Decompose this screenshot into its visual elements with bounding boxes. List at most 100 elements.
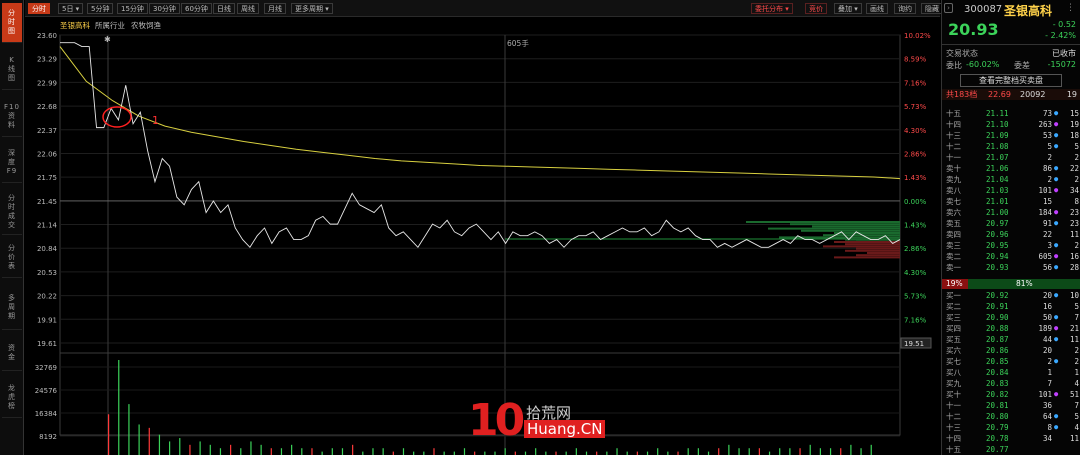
- sidebar-tab[interactable]: K 线 图: [2, 50, 22, 90]
- volume-bar: [443, 451, 445, 455]
- order-dot-icon: ●: [1054, 291, 1059, 299]
- asks-row[interactable]: 十四 21.10 263 19 ●: [942, 119, 1080, 130]
- bids-row[interactable]: 买二 20.91 16 5: [942, 301, 1080, 312]
- volume-bar: [596, 451, 598, 455]
- more-icon[interactable]: ⋮: [1066, 3, 1075, 13]
- volume-bar: [585, 451, 588, 455]
- bids-row[interactable]: 买五 20.87 44 11 ●: [942, 334, 1080, 345]
- volume-bar: [555, 451, 557, 455]
- volume-bar: [413, 451, 415, 455]
- bids-row[interactable]: 十三 20.79 8 4 ●: [942, 422, 1080, 433]
- pct-tick-label: 5.73%: [904, 103, 927, 111]
- asks-row[interactable]: 卖九 21.04 2 2 ●: [942, 174, 1080, 185]
- sidebar-tab[interactable]: F10 资 料: [2, 97, 22, 137]
- ask-depth-bar: [790, 223, 900, 226]
- price-cursor-value: 19.51: [904, 340, 924, 348]
- level-count: 5: [1074, 142, 1079, 151]
- sidebar-tab[interactable]: 龙 虎 榜: [2, 378, 22, 418]
- period-tab[interactable]: 5日 ▾: [58, 3, 84, 14]
- volume-bar: [230, 444, 232, 455]
- volume-bar: [636, 451, 638, 455]
- level-label: 卖二: [946, 252, 961, 261]
- toolbar-tool-button[interactable]: 叠加 ▾: [834, 3, 862, 14]
- bids-row[interactable]: 买一 20.92 20 10 ●: [942, 290, 1080, 301]
- bids-row[interactable]: 买七 20.85 2 2 ●: [942, 356, 1080, 367]
- bid-depth-bar: [845, 249, 900, 252]
- volume-bar: [291, 444, 293, 455]
- left-sidebar: 分 时 图 K 线 图 F10 资 料深 度 F9 分 时 成 交分 价 表多 周 期…: [0, 0, 24, 455]
- bids-row[interactable]: 十五 20.77: [942, 444, 1080, 455]
- toolbar-tool-button[interactable]: 竞价: [805, 3, 827, 14]
- sidebar-tab[interactable]: 分 价 表: [2, 238, 22, 278]
- period-tab[interactable]: 更多周期 ▾: [291, 3, 333, 14]
- level-count: 10: [1069, 291, 1079, 300]
- asks-row[interactable]: 十二 21.08 5 5 ●: [942, 141, 1080, 152]
- period-tab[interactable]: 30分钟: [149, 3, 180, 14]
- bids-row[interactable]: 买三 20.90 50 7 ●: [942, 312, 1080, 323]
- asks-row[interactable]: 十一 21.07 2 2: [942, 152, 1080, 163]
- period-tab[interactable]: 周线: [237, 3, 259, 14]
- volume-bar: [148, 427, 150, 455]
- price-tick-label: 21.14: [37, 222, 58, 230]
- asks-row[interactable]: 十三 21.09 53 18 ●: [942, 130, 1080, 141]
- toolbar-tool-button[interactable]: 委托分布 ▾: [751, 3, 793, 14]
- bids-row[interactable]: 买四 20.88 189 21 ●: [942, 323, 1080, 334]
- bids-row[interactable]: 十二 20.80 64 5 ●: [942, 411, 1080, 422]
- level-volume: 263: [1038, 120, 1052, 129]
- asks-row[interactable]: 卖十 21.06 86 22 ●: [942, 163, 1080, 174]
- level-price: 20.95: [986, 241, 1009, 250]
- bids-row[interactable]: 买九 20.83 7 4: [942, 378, 1080, 389]
- volume-bar: [362, 451, 364, 455]
- asks-row[interactable]: 卖一 20.93 56 28 ●: [942, 262, 1080, 273]
- asks-row[interactable]: 卖六 21.00 184 23 ●: [942, 207, 1080, 218]
- price-tick-label: 22.37: [37, 127, 57, 135]
- toolbar-tool-button[interactable]: 画线: [866, 3, 888, 14]
- asks-row[interactable]: 卖三 20.95 3 2 ●: [942, 240, 1080, 251]
- asks-row[interactable]: 十五 21.11 73 15 ●: [942, 108, 1080, 119]
- expand-panel-icon[interactable]: ›: [944, 3, 953, 13]
- bids-row[interactable]: 买八 20.84 1 1: [942, 367, 1080, 378]
- period-tab[interactable]: 月线: [264, 3, 286, 14]
- order-dot-icon: ●: [1054, 390, 1059, 398]
- view-full-orderbook-button[interactable]: 查看完整档买卖盘: [960, 74, 1062, 87]
- order-dot-icon: ●: [1054, 208, 1059, 216]
- level-price: 21.09: [986, 131, 1009, 140]
- order-dot-icon: ●: [1054, 164, 1059, 172]
- level-label: 十三: [946, 423, 961, 432]
- order-dot-icon: ●: [1054, 412, 1059, 420]
- plot-frame: [59, 34, 901, 436]
- bids-row[interactable]: 十一 20.81 36 7: [942, 400, 1080, 411]
- bids-row[interactable]: 十四 20.78 34 11: [942, 433, 1080, 444]
- period-tab[interactable]: 60分钟: [181, 3, 212, 14]
- level-volume: 1: [1047, 368, 1052, 377]
- level-count: 7: [1074, 401, 1079, 410]
- sidebar-tab[interactable]: 深 度 F9: [2, 143, 22, 183]
- sidebar-tab[interactable]: 资 金: [2, 336, 22, 371]
- level-count: 2: [1074, 153, 1079, 162]
- level-count: 2: [1074, 346, 1079, 355]
- watermark-digits: 10: [468, 395, 525, 446]
- sidebar-tab[interactable]: 多 周 期: [2, 285, 22, 330]
- volume-bar: [372, 448, 374, 455]
- level-volume: 34: [1042, 434, 1052, 443]
- sidebar-tab[interactable]: 分 时 图: [2, 3, 22, 43]
- period-tab[interactable]: 日线: [213, 3, 235, 14]
- intraday-chart[interactable]: 23.60 23.29 22.99 22.68 22.37 22.06 21.75 21.45…: [25, 18, 940, 455]
- asks-row[interactable]: 卖八 21.03 101 34 ●: [942, 185, 1080, 196]
- period-tab[interactable]: 5分钟: [87, 3, 114, 14]
- level-volume: 20: [1042, 346, 1052, 355]
- volume-bar: [697, 448, 699, 455]
- sidebar-tab[interactable]: 分 时 成 交: [2, 190, 22, 235]
- legend-industry-label: 所属行业: [95, 20, 125, 30]
- bids-row[interactable]: 买六 20.86 20 2: [942, 345, 1080, 356]
- asks-row[interactable]: 卖五 20.97 91 23 ●: [942, 218, 1080, 229]
- period-tab[interactable]: 分时: [28, 3, 50, 14]
- asks-row[interactable]: 卖二 20.94 605 16 ●: [942, 251, 1080, 262]
- asks-row[interactable]: 卖四 20.96 22 11: [942, 229, 1080, 240]
- toolbar-tool-button[interactable]: 询约: [894, 3, 916, 14]
- level-volume: 15: [1042, 197, 1052, 206]
- asks-row[interactable]: 卖七 21.01 15 8: [942, 196, 1080, 207]
- summary-volume: 20092: [1020, 90, 1046, 99]
- bids-row[interactable]: 买十 20.82 101 51 ●: [942, 389, 1080, 400]
- period-tab[interactable]: 15分钟: [117, 3, 148, 14]
